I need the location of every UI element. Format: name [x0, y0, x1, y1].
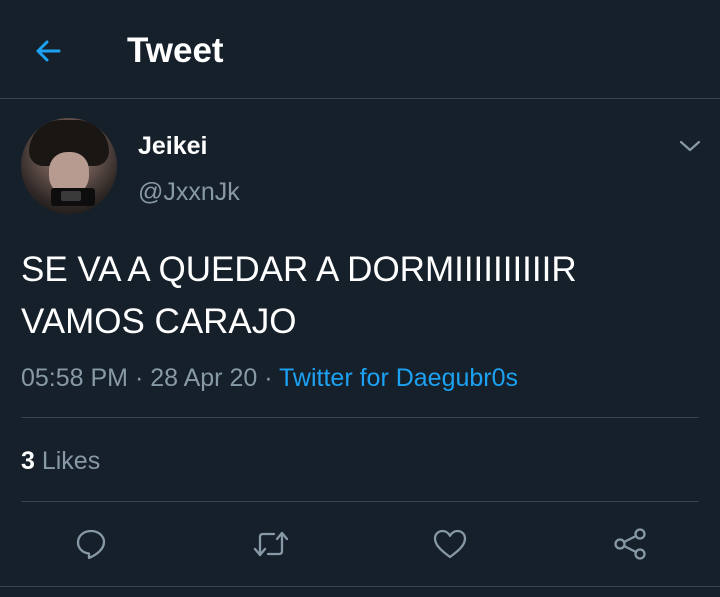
tweet-text-line: SE VA A QUEDAR A DORMIIIIIIIIIIR	[21, 250, 577, 289]
back-button[interactable]	[30, 33, 66, 69]
header: Tweet	[0, 0, 720, 99]
avatar[interactable]	[21, 118, 117, 214]
likes-stat[interactable]: 3 Likes	[21, 446, 100, 476]
share-icon	[614, 528, 646, 560]
author-handle[interactable]: @JxxnJk	[138, 177, 240, 207]
tweet-source-link[interactable]: Twitter for Daegubr0s	[279, 364, 518, 392]
tweet-options-button[interactable]	[676, 132, 704, 160]
tweet-text: SE VA A QUEDAR A DORMIIIIIIIIIIR VAMOS C…	[21, 244, 701, 348]
divider	[0, 586, 720, 587]
divider	[21, 417, 699, 418]
author-display-name[interactable]: Jeikei	[138, 131, 208, 161]
meta-separator: ·	[128, 364, 151, 392]
meta-separator: ·	[257, 364, 280, 392]
tweet-time: 05:58 PM	[21, 364, 129, 392]
tweet-meta: 05:58 PM · 28 Apr 20 · Twitter for Daegu…	[21, 363, 518, 393]
back-arrow-icon	[36, 40, 61, 62]
likes-count: 3	[21, 447, 35, 475]
share-button[interactable]	[610, 524, 650, 564]
chevron-down-icon	[679, 140, 701, 152]
likes-label: Likes	[34, 447, 101, 475]
like-icon	[433, 529, 467, 559]
like-button[interactable]	[430, 524, 470, 564]
divider	[21, 501, 699, 502]
reply-button[interactable]	[71, 524, 111, 564]
tweet-date: 28 Apr 20	[150, 364, 258, 392]
page-title: Tweet	[127, 31, 224, 70]
retweet-button[interactable]	[251, 524, 291, 564]
tweet-text-line: VAMOS CARAJO	[21, 302, 297, 341]
reply-icon	[76, 529, 106, 560]
retweet-icon	[253, 531, 289, 557]
